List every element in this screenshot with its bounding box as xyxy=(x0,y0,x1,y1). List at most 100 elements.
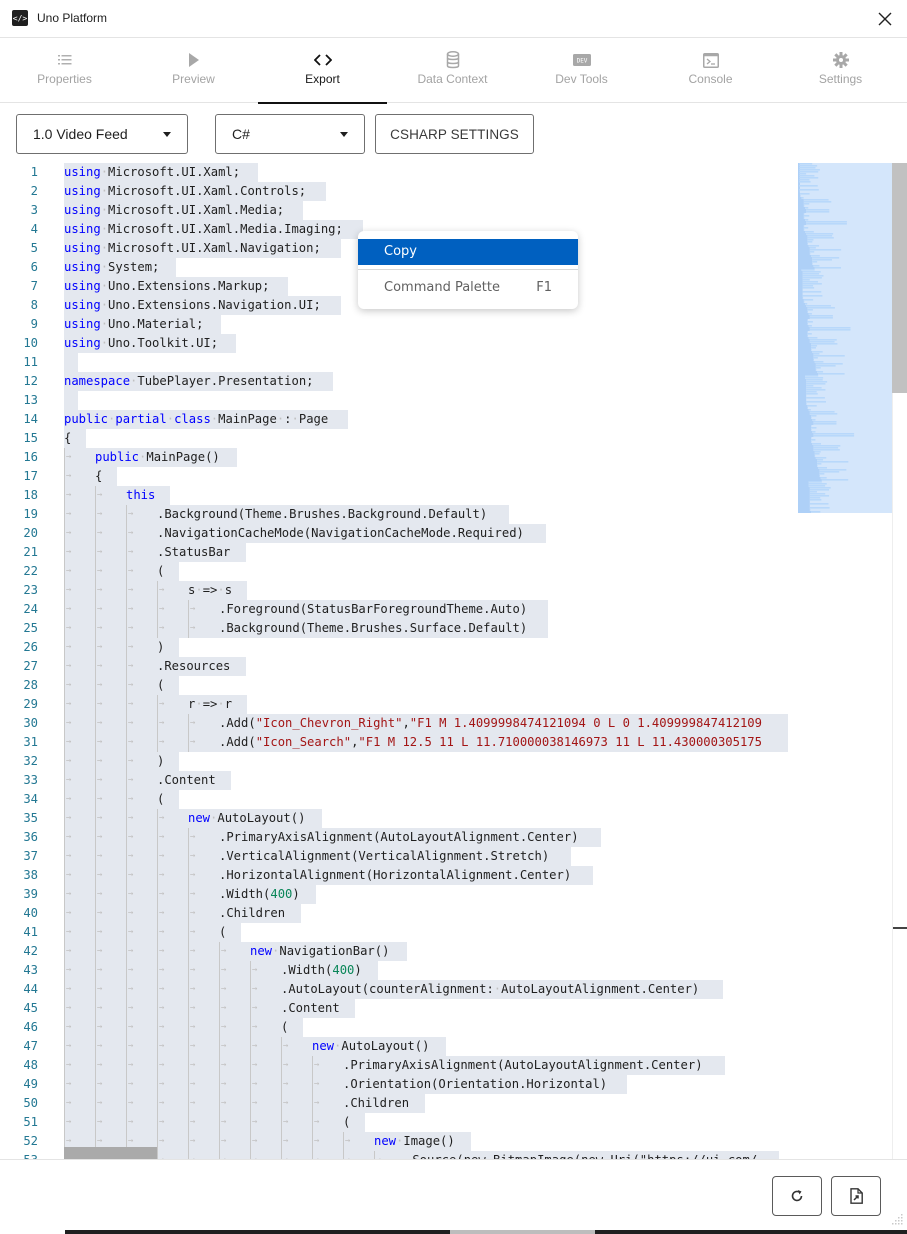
indent-guide xyxy=(219,1056,220,1075)
export-file-button[interactable] xyxy=(831,1176,881,1216)
minimap-line xyxy=(807,239,814,241)
minimap-indent xyxy=(798,337,809,339)
context-menu-copy[interactable]: Copy xyxy=(358,239,578,265)
tab-whitespace-marker: → xyxy=(190,1136,196,1146)
csharp-settings-button[interactable]: CSHARP SETTINGS xyxy=(375,114,534,154)
minimap-line xyxy=(807,307,835,309)
minimap-line xyxy=(806,385,814,387)
tab-whitespace-marker: → xyxy=(128,775,134,785)
minimap-line xyxy=(820,477,827,479)
tab-dev-tools[interactable]: DEV Dev Tools xyxy=(517,39,646,103)
uno-logo-icon: </> xyxy=(12,10,28,26)
minimap-indent xyxy=(798,321,808,323)
minimap-indent xyxy=(798,237,808,239)
minimap-line xyxy=(813,265,820,267)
indent-guide xyxy=(219,1075,220,1094)
minimap-indent xyxy=(798,457,816,459)
resize-grip-icon[interactable] xyxy=(888,1212,904,1226)
tab-whitespace-marker: → xyxy=(97,1003,103,1013)
code-line: 14 public·partial·class·MainPage·:·Page xyxy=(0,410,790,429)
code-line: 22 → → → ( xyxy=(0,562,790,581)
minimap-line xyxy=(806,381,828,383)
code-text: new·NavigationBar() xyxy=(250,944,390,958)
horizontal-scrollbar-thumb[interactable] xyxy=(64,1147,157,1159)
minimap-indent xyxy=(798,433,814,435)
indent-guide xyxy=(250,961,251,980)
code-view[interactable]: 1 using·Microsoft.UI.Xaml; 2 using·Microsof… xyxy=(0,163,790,1159)
tab-console[interactable]: Console xyxy=(646,39,775,103)
context-menu-command-palette[interactable]: Command Palette F1 xyxy=(358,275,578,301)
minimap-indent xyxy=(798,359,814,361)
minimap-indent xyxy=(798,231,805,233)
chevron-down-icon xyxy=(163,132,171,137)
code-editor[interactable]: 1 using·Microsoft.UI.Xaml; 2 using·Microsof… xyxy=(0,163,907,1159)
minimap-indent xyxy=(798,323,808,325)
tab-whitespace-marker: → xyxy=(128,870,134,880)
minimap-indent xyxy=(798,469,820,471)
page-select[interactable]: 1.0 Video Feed xyxy=(16,114,188,154)
tab-label: Data Context xyxy=(417,72,488,86)
line-number: 2 xyxy=(30,184,38,198)
code-text: using·Microsoft.UI.Xaml.Media; xyxy=(64,203,285,217)
minimap-line xyxy=(809,495,830,497)
tab-properties[interactable]: Properties xyxy=(0,39,129,103)
line-number: 12 xyxy=(23,374,38,388)
minimap-line xyxy=(811,441,812,443)
minimap-indent xyxy=(798,227,804,229)
minimap-line xyxy=(802,273,820,275)
tab-whitespace-marker: → xyxy=(221,1136,227,1146)
indent-guide xyxy=(312,1075,313,1094)
code-line: 2 using·Microsoft.UI.Xaml.Controls; xyxy=(0,182,790,201)
indent-guide xyxy=(281,1037,282,1056)
minimap-indent xyxy=(798,311,808,313)
context-menu-separator xyxy=(358,269,578,270)
code-text: s·=>·s xyxy=(188,583,233,597)
minimap-line xyxy=(805,377,824,379)
tab-data-context[interactable]: Data Context xyxy=(388,39,517,103)
minimap-indent xyxy=(798,371,817,373)
minimap-line xyxy=(809,499,822,501)
code-line: 39 → → → → → .Width(400) xyxy=(0,885,790,904)
minimap-indent xyxy=(798,475,820,477)
minimap-indent xyxy=(798,473,820,475)
gear-icon xyxy=(832,52,849,68)
indent-guide xyxy=(126,1113,127,1132)
minimap-line xyxy=(811,511,821,513)
tab-whitespace-marker: → xyxy=(221,1079,227,1089)
code-text: ( xyxy=(157,564,165,578)
tab-settings[interactable]: Settings xyxy=(776,39,905,103)
indent-guide xyxy=(95,695,96,714)
code-line: 12 namespace·TubePlayer.Presentation; xyxy=(0,372,790,391)
minimap-indent xyxy=(798,241,808,243)
minimap-indent xyxy=(798,335,808,337)
minimap-indent xyxy=(798,269,802,271)
indent-guide xyxy=(312,1094,313,1113)
tab-export[interactable]: Export xyxy=(258,39,387,104)
indent-guide xyxy=(95,562,96,581)
minimap-line xyxy=(812,259,832,261)
minimap-line xyxy=(813,359,814,361)
indent-guide xyxy=(126,505,127,524)
code-line: 11 xyxy=(0,353,790,372)
minimap-indent xyxy=(798,439,811,441)
tab-preview[interactable]: Preview xyxy=(129,39,258,103)
minimap-indent xyxy=(798,383,807,385)
tab-whitespace-marker: → xyxy=(252,965,258,975)
minimap-indent xyxy=(798,293,803,295)
indent-guide xyxy=(64,923,65,942)
minimap-indent xyxy=(798,419,813,421)
indent-guide xyxy=(157,695,158,714)
minimap[interactable] xyxy=(798,163,892,513)
taskbar-strip xyxy=(0,1227,907,1234)
tab-whitespace-marker: → xyxy=(128,794,134,804)
minimap-indent xyxy=(798,199,804,201)
code-text: .Content xyxy=(157,773,216,787)
close-button[interactable] xyxy=(874,8,896,30)
indent-guide xyxy=(64,1075,65,1094)
tab-whitespace-marker: → xyxy=(128,680,134,690)
vertical-scrollbar-thumb[interactable] xyxy=(892,163,907,393)
language-select[interactable]: C# xyxy=(215,114,365,154)
refresh-button[interactable] xyxy=(772,1176,822,1216)
minimap-indent xyxy=(798,403,807,405)
indent-guide xyxy=(95,676,96,695)
